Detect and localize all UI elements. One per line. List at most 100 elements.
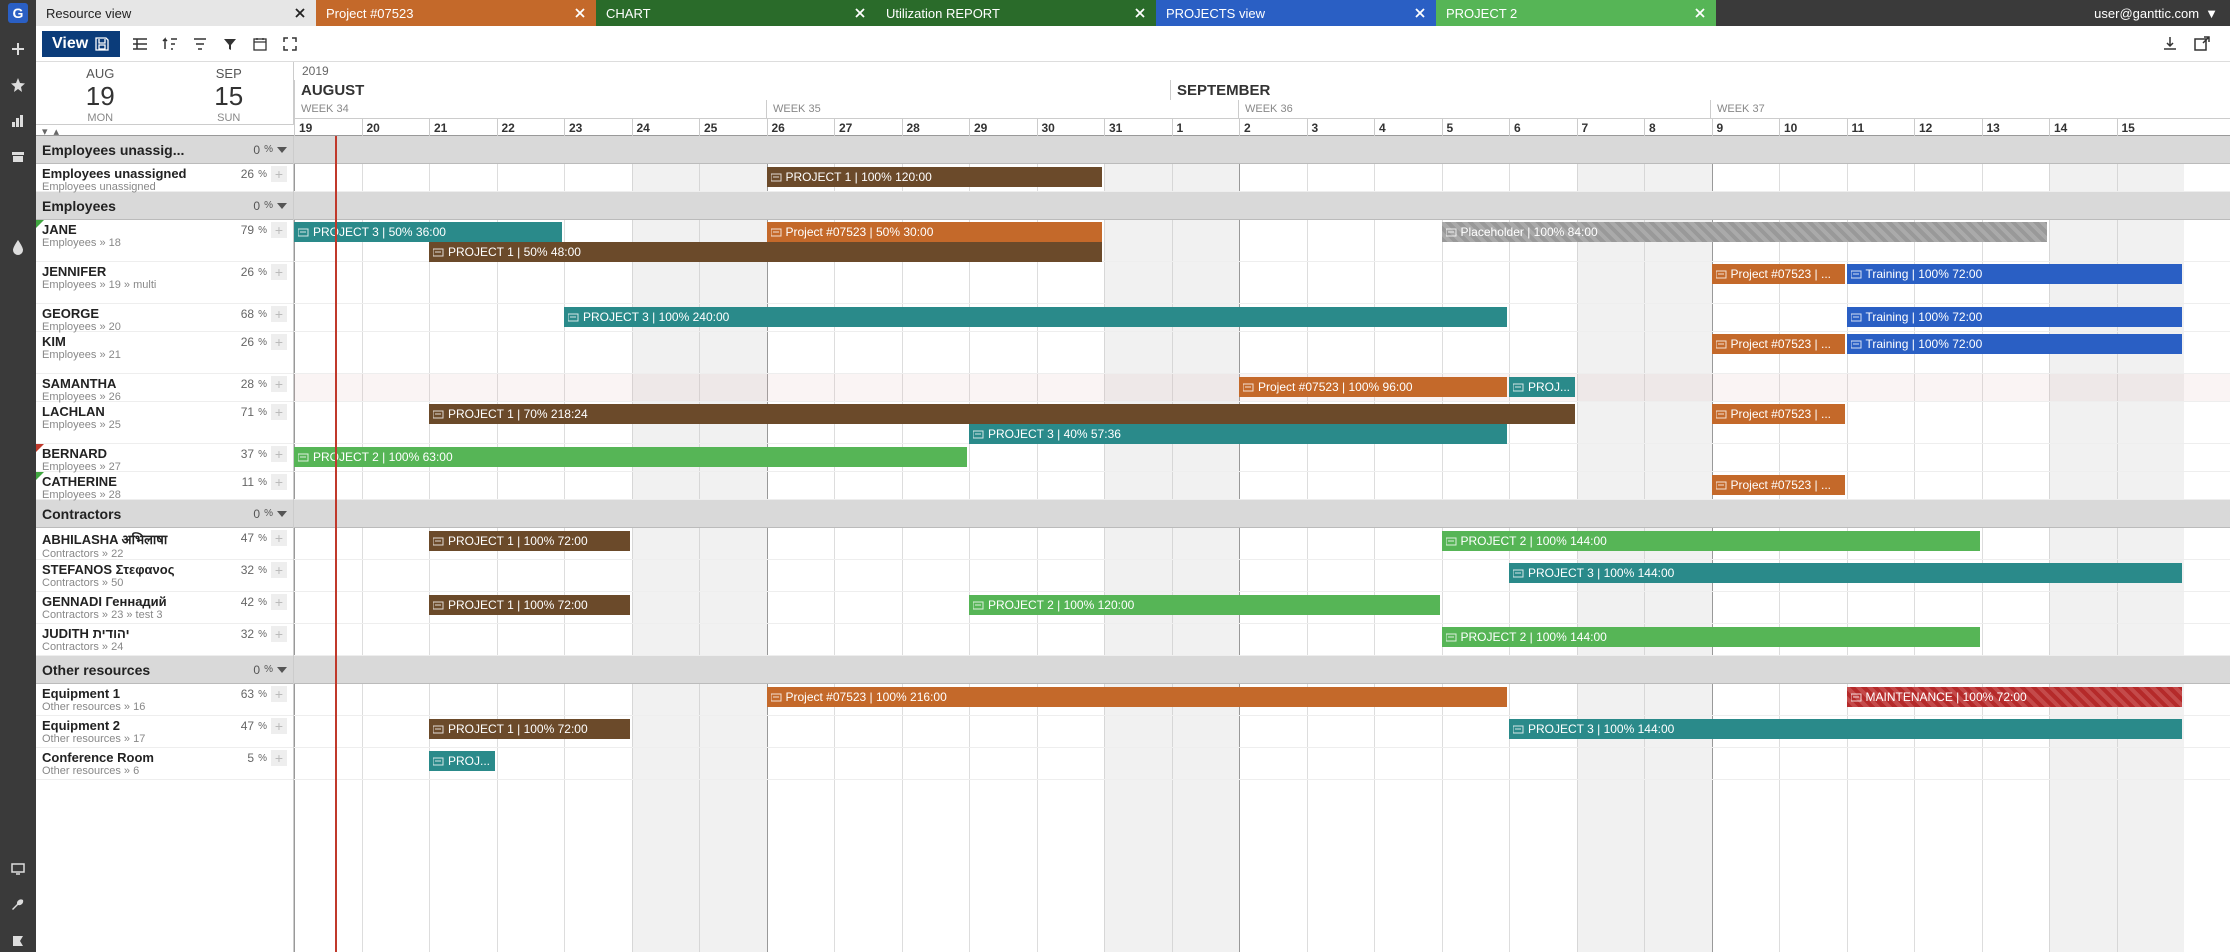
task-bar[interactable]: PROJECT 1 | 100% 72:00 <box>429 595 630 615</box>
resource-row[interactable]: GENNADI ГеннадийContractors » 23 » test … <box>36 592 293 624</box>
task-bar[interactable]: PROJECT 1 | 50% 48:00 <box>429 242 1102 262</box>
gantt-row[interactable]: PROJECT 3 | 50% 36:00Project #07523 | 50… <box>294 220 2230 262</box>
resource-row[interactable]: SAMANTHAEmployees » 2628%+ <box>36 374 293 402</box>
gantt-row[interactable]: PROJECT 3 | 100% 144:00 <box>294 560 2230 592</box>
resource-row[interactable]: KIMEmployees » 2126%+ <box>36 332 293 374</box>
task-bar[interactable]: PROJECT 2 | 100% 63:00 <box>294 447 967 467</box>
tab-0[interactable]: Resource view <box>36 0 316 26</box>
chevron-down-icon[interactable] <box>277 147 287 153</box>
task-bar[interactable]: Project #07523 | ... <box>1712 334 1845 354</box>
day-label[interactable]: 9 <box>1712 119 1780 136</box>
import-icon[interactable] <box>2160 34 2180 54</box>
day-label[interactable]: 29 <box>969 119 1037 136</box>
chart-icon[interactable] <box>7 110 29 132</box>
gantt-row[interactable]: PROJECT 1 | 70% 218:24Project #07523 | .… <box>294 402 2230 444</box>
day-label[interactable]: 14 <box>2049 119 2117 136</box>
gantt-row[interactable]: Project #07523 | ...Training | 100% 72:0… <box>294 332 2230 374</box>
task-bar[interactable]: Project #07523 | ... <box>1712 264 1845 284</box>
add-task-icon[interactable]: + <box>271 530 287 546</box>
task-bar[interactable]: Project #07523 | ... <box>1712 475 1845 495</box>
task-bar[interactable]: PROJECT 2 | 100% 144:00 <box>1442 531 1980 551</box>
group-header[interactable]: Contractors0% <box>36 500 293 528</box>
task-bar[interactable]: PROJECT 1 | 100% 72:00 <box>429 531 630 551</box>
task-bar[interactable]: PROJ... <box>429 751 495 771</box>
day-label[interactable]: 31 <box>1104 119 1172 136</box>
sort-icon[interactable] <box>160 34 180 54</box>
fullscreen-icon[interactable] <box>280 34 300 54</box>
wrench-icon[interactable] <box>7 894 29 916</box>
resource-row[interactable]: ABHILASHA अभिलाषाContractors » 2247%+ <box>36 528 293 560</box>
user-menu[interactable]: user@ganttic.com▼ <box>2082 0 2230 26</box>
add-task-icon[interactable]: + <box>271 562 287 578</box>
close-icon[interactable] <box>1414 7 1426 19</box>
task-bar[interactable]: Project #07523 | 50% 30:00 <box>767 222 1103 242</box>
tab-5[interactable]: PROJECT 2 <box>1436 0 1716 26</box>
gantt-row[interactable]: Project #07523 | 100% 96:00PROJ... <box>294 374 2230 402</box>
group-header[interactable]: Employees unassig...0% <box>36 136 293 164</box>
task-bar[interactable]: PROJECT 1 | 100% 120:00 <box>767 167 1103 187</box>
gantt-area[interactable]: PROJECT 1 | 100% 120:00 PROJECT 3 | 50% 3… <box>294 136 2230 952</box>
day-label[interactable]: 6 <box>1509 119 1577 136</box>
task-bar[interactable]: Training | 100% 72:00 <box>1847 334 2183 354</box>
resource-row[interactable]: BERNARDEmployees » 2737%+ <box>36 444 293 472</box>
task-bar[interactable]: Project #07523 | ... <box>1712 404 1845 424</box>
add-task-icon[interactable]: + <box>271 264 287 280</box>
day-label[interactable]: 8 <box>1644 119 1712 136</box>
star-icon[interactable] <box>7 74 29 96</box>
day-label[interactable]: 30 <box>1037 119 1105 136</box>
close-icon[interactable] <box>1134 7 1146 19</box>
day-label[interactable]: 12 <box>1914 119 1982 136</box>
task-bar[interactable]: PROJECT 3 | 100% 144:00 <box>1509 719 2182 739</box>
add-task-icon[interactable]: + <box>271 376 287 392</box>
task-bar[interactable]: Placeholder | 100% 84:00 <box>1442 222 2048 242</box>
group-header[interactable]: Other resources0% <box>36 656 293 684</box>
gantt-row[interactable]: PROJECT 1 | 100% 120:00 <box>294 164 2230 192</box>
gantt-row[interactable]: PROJECT 1 | 100% 72:00 PROJECT 2 | 100% 1… <box>294 528 2230 560</box>
task-bar[interactable]: PROJECT 1 | 100% 72:00 <box>429 719 630 739</box>
help-icon[interactable] <box>7 930 29 952</box>
close-icon[interactable] <box>1694 7 1706 19</box>
task-bar[interactable]: PROJECT 2 | 100% 144:00 <box>1442 627 1980 647</box>
task-bar[interactable]: Training | 100% 72:00 <box>1847 307 2183 327</box>
add-task-icon[interactable]: + <box>271 446 287 462</box>
day-label[interactable]: 28 <box>902 119 970 136</box>
monitor-icon[interactable] <box>7 858 29 880</box>
gantt-row[interactable]: PROJECT 1 | 100% 72:00 PROJECT 3 | 100% 1… <box>294 716 2230 748</box>
day-label[interactable]: 15 <box>2117 119 2185 136</box>
date-to[interactable]: SEP 15 SUN <box>165 62 294 124</box>
filter2-icon[interactable] <box>190 34 210 54</box>
day-label[interactable]: 1 <box>1172 119 1240 136</box>
add-task-icon[interactable]: + <box>271 404 287 420</box>
add-task-icon[interactable]: + <box>271 594 287 610</box>
filter-icon[interactable] <box>220 34 240 54</box>
export-icon[interactable] <box>2192 34 2212 54</box>
task-bar[interactable]: PROJECT 3 | 100% 240:00 <box>564 307 1507 327</box>
resource-row[interactable]: JUDITH יהודיתContractors » 2432%+ <box>36 624 293 656</box>
day-label[interactable]: 7 <box>1577 119 1645 136</box>
gantt-row[interactable]: Project #07523 | 100% 216:00MAINTENANCE … <box>294 684 2230 716</box>
drop-icon[interactable] <box>7 236 29 258</box>
resource-row[interactable]: GEORGEEmployees » 2068%+ <box>36 304 293 332</box>
day-label[interactable]: 21 <box>429 119 497 136</box>
group-header[interactable]: Employees0% <box>36 192 293 220</box>
day-label[interactable]: 23 <box>564 119 632 136</box>
indent-icon[interactable] <box>130 34 150 54</box>
day-label[interactable]: 3 <box>1307 119 1375 136</box>
tab-4[interactable]: PROJECTS view <box>1156 0 1436 26</box>
resource-row[interactable]: JENNIFEREmployees » 19 » multi26%+ <box>36 262 293 304</box>
close-icon[interactable] <box>574 7 586 19</box>
day-label[interactable]: 13 <box>1982 119 2050 136</box>
add-task-icon[interactable]: + <box>271 166 287 182</box>
day-label[interactable]: 22 <box>497 119 565 136</box>
logo-icon[interactable]: G <box>7 2 29 24</box>
tab-3[interactable]: Utilization REPORT <box>876 0 1156 26</box>
gantt-row[interactable]: PROJECT 2 | 100% 63:00 <box>294 444 2230 472</box>
day-label[interactable]: 20 <box>362 119 430 136</box>
add-task-icon[interactable]: + <box>271 222 287 238</box>
gantt-row[interactable]: Project #07523 | ... <box>294 472 2230 500</box>
tab-1[interactable]: Project #07523 <box>316 0 596 26</box>
day-label[interactable]: 5 <box>1442 119 1510 136</box>
day-label[interactable]: 11 <box>1847 119 1915 136</box>
tab-2[interactable]: CHART <box>596 0 876 26</box>
resource-row[interactable]: STEFANOS ΣτεφανοςContractors » 5032%+ <box>36 560 293 592</box>
